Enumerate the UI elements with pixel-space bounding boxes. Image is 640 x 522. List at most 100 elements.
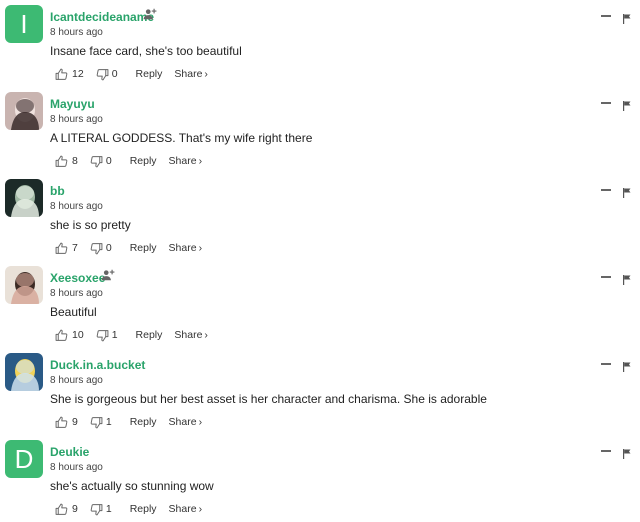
share-label: Share bbox=[168, 242, 197, 254]
upvote-count: 10 bbox=[72, 329, 84, 341]
avatar[interactable]: I bbox=[5, 5, 43, 43]
share-button[interactable]: Share › bbox=[169, 242, 203, 254]
flag-icon[interactable] bbox=[623, 446, 631, 459]
comment-item: I Icantdecideaname 8 hours ago Insane face … bbox=[0, 0, 640, 87]
downvote-count: 1 bbox=[105, 416, 112, 428]
downvote-count: 0 bbox=[105, 242, 112, 254]
upvote-count: 8 bbox=[72, 155, 78, 167]
reply-button[interactable]: Reply bbox=[130, 503, 157, 515]
timestamp: 8 hours ago bbox=[50, 288, 103, 299]
timestamp: 8 hours ago bbox=[50, 462, 103, 473]
upvote-count: 12 bbox=[72, 68, 84, 80]
timestamp: 8 hours ago bbox=[50, 27, 103, 38]
minimize-icon[interactable] bbox=[601, 276, 611, 278]
comment-actions: 9 1 Reply Share › bbox=[55, 415, 202, 429]
username[interactable]: bb bbox=[50, 184, 65, 198]
minimize-icon[interactable] bbox=[601, 363, 611, 365]
thumbs-up-icon[interactable] bbox=[55, 68, 68, 81]
comment-item: Duck.in.a.bucket 8 hours ago She is gorgeo… bbox=[0, 348, 640, 435]
flag-icon[interactable] bbox=[623, 272, 631, 285]
minimize-icon[interactable] bbox=[601, 15, 611, 17]
comment-text: Beautiful bbox=[50, 305, 97, 319]
share-button[interactable]: Share › bbox=[169, 416, 203, 428]
username[interactable]: Deukie bbox=[50, 445, 89, 459]
reply-button[interactable]: Reply bbox=[130, 242, 157, 254]
share-chevron-icon: › bbox=[198, 416, 203, 428]
upvote-count: 9 bbox=[72, 416, 78, 428]
thumbs-up-icon[interactable] bbox=[55, 242, 68, 255]
thumbs-up-icon[interactable] bbox=[55, 155, 68, 168]
share-button[interactable]: Share › bbox=[174, 68, 208, 80]
username[interactable]: Xeesoxee bbox=[50, 271, 105, 285]
avatar-letter: D bbox=[14, 443, 34, 474]
flag-icon[interactable] bbox=[623, 185, 631, 198]
comment-text: she's actually so stunning wow bbox=[50, 479, 214, 493]
avatar-letter: I bbox=[20, 8, 28, 39]
share-label: Share bbox=[168, 155, 197, 167]
share-chevron-icon: › bbox=[198, 503, 203, 515]
share-button[interactable]: Share › bbox=[169, 155, 203, 167]
add-user-icon[interactable] bbox=[101, 268, 115, 282]
comment-item: bb 8 hours ago she is so pretty 7 0 Reply Shar… bbox=[0, 174, 640, 261]
comment-item: Xeesoxee 8 hours ago Beautiful 10 1 Reply Shar… bbox=[0, 261, 640, 348]
add-user-icon[interactable] bbox=[143, 7, 157, 21]
share-button[interactable]: Share › bbox=[174, 329, 208, 341]
avatar[interactable] bbox=[5, 266, 43, 304]
comment-actions: 10 1 Reply Share › bbox=[55, 328, 208, 342]
avatar[interactable]: D bbox=[5, 440, 43, 478]
thumbs-down-icon[interactable] bbox=[90, 242, 103, 255]
minimize-icon[interactable] bbox=[601, 189, 611, 191]
comment-actions: 12 0 Reply Share › bbox=[55, 67, 208, 81]
username[interactable]: Duck.in.a.bucket bbox=[50, 358, 145, 372]
thumbs-down-icon[interactable] bbox=[90, 416, 103, 429]
share-chevron-icon: › bbox=[198, 155, 203, 167]
thumbs-down-icon[interactable] bbox=[90, 155, 103, 168]
username[interactable]: Mayuyu bbox=[50, 97, 95, 111]
share-chevron-icon: › bbox=[204, 68, 208, 80]
downvote-count: 1 bbox=[111, 329, 118, 341]
flag-icon[interactable] bbox=[623, 11, 631, 24]
thumbs-down-icon[interactable] bbox=[96, 329, 109, 342]
share-label: Share bbox=[168, 503, 197, 515]
avatar[interactable] bbox=[5, 92, 43, 130]
avatar[interactable] bbox=[5, 353, 43, 391]
share-label: Share bbox=[174, 68, 203, 80]
thumbs-down-icon[interactable] bbox=[96, 68, 109, 81]
reply-button[interactable]: Reply bbox=[130, 155, 157, 167]
avatar[interactable] bbox=[5, 179, 43, 217]
reply-button[interactable]: Reply bbox=[136, 329, 163, 341]
minimize-icon[interactable] bbox=[601, 450, 611, 452]
flag-icon[interactable] bbox=[623, 359, 631, 372]
timestamp: 8 hours ago bbox=[50, 201, 103, 212]
reply-button[interactable]: Reply bbox=[130, 416, 157, 428]
comment-item: D Deukie 8 hours ago she's actually so stun… bbox=[0, 435, 640, 522]
comment-text: Insane face card, she's too beautiful bbox=[50, 44, 242, 58]
comment-text: A LITERAL GODDESS. That's my wife right … bbox=[50, 131, 313, 145]
comment-text: she is so pretty bbox=[50, 218, 131, 232]
share-button[interactable]: Share › bbox=[169, 503, 203, 515]
share-chevron-icon: › bbox=[204, 329, 208, 341]
timestamp: 8 hours ago bbox=[50, 114, 103, 125]
comment-actions: 8 0 Reply Share › bbox=[55, 154, 202, 168]
thumbs-down-icon[interactable] bbox=[90, 503, 103, 516]
thumbs-up-icon[interactable] bbox=[55, 329, 68, 342]
minimize-icon[interactable] bbox=[601, 102, 611, 104]
thumbs-up-icon[interactable] bbox=[55, 503, 68, 516]
upvote-count: 7 bbox=[72, 242, 78, 254]
timestamp: 8 hours ago bbox=[50, 375, 103, 386]
comment-list: I Icantdecideaname 8 hours ago Insane face … bbox=[0, 0, 640, 517]
thumbs-up-icon[interactable] bbox=[55, 416, 68, 429]
comment-text: She is gorgeous but her best asset is he… bbox=[50, 392, 487, 406]
comment-actions: 9 1 Reply Share › bbox=[55, 502, 202, 516]
downvote-count: 0 bbox=[111, 68, 118, 80]
comment-actions: 7 0 Reply Share › bbox=[55, 241, 202, 255]
share-label: Share bbox=[168, 416, 197, 428]
flag-icon[interactable] bbox=[623, 98, 631, 111]
username[interactable]: Icantdecideaname bbox=[50, 10, 154, 24]
share-label: Share bbox=[174, 329, 203, 341]
downvote-count: 0 bbox=[105, 155, 112, 167]
comment-item: Mayuyu 8 hours ago A LITERAL GODDESS. That… bbox=[0, 87, 640, 174]
upvote-count: 9 bbox=[72, 503, 78, 515]
reply-button[interactable]: Reply bbox=[136, 68, 163, 80]
share-chevron-icon: › bbox=[198, 242, 203, 254]
